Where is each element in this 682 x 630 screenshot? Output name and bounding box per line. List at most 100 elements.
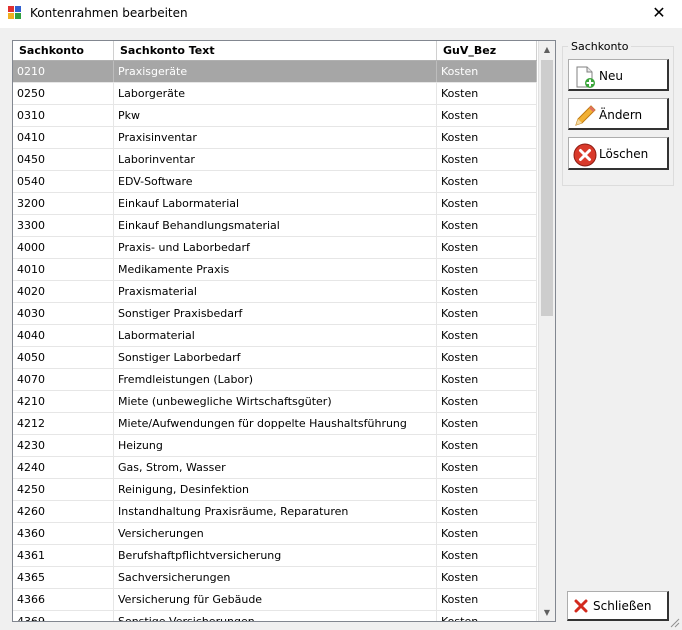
neu-button[interactable]: Neu (568, 59, 669, 91)
table-row[interactable]: 3200 Einkauf Labormaterial Kosten (13, 193, 537, 215)
app-icon (8, 6, 21, 19)
table-row[interactable]: 4070 Fremdleistungen (Labor) Kosten (13, 369, 537, 391)
cell-sachkonto-text: Sonstiger Praxisbedarf (114, 303, 437, 324)
cell-sachkonto: 4250 (13, 479, 114, 500)
scroll-up-arrow-icon[interactable]: ▲ (539, 41, 555, 58)
cell-guv-bez: Kosten (437, 501, 537, 522)
cell-sachkonto-text: Instandhaltung Praxisräume, Reparaturen (114, 501, 437, 522)
table-row[interactable]: 0250 Laborgeräte Kosten (13, 83, 537, 105)
loeschen-button[interactable]: Löschen (568, 137, 669, 170)
table-row[interactable]: 4212 Miete/Aufwendungen für doppelte Haus… (13, 413, 537, 435)
cell-guv-bez: Kosten (437, 193, 537, 214)
schliessen-button-label: Schließen (593, 599, 652, 613)
column-header-guv-bez[interactable]: GuV_Bez (437, 41, 537, 60)
cell-sachkonto-text: Miete (unbewegliche Wirtschaftsgüter) (114, 391, 437, 412)
window-close-button[interactable]: ✕ (636, 0, 682, 28)
cell-sachkonto-text: Fremdleistungen (Labor) (114, 369, 437, 390)
cell-sachkonto: 4050 (13, 347, 114, 368)
cell-sachkonto: 4210 (13, 391, 114, 412)
cell-sachkonto-text: Praxis- und Laborbedarf (114, 237, 437, 258)
pencil-icon (575, 105, 596, 126)
cell-sachkonto: 4360 (13, 523, 114, 544)
cell-guv-bez: Kosten (437, 215, 537, 236)
cell-sachkonto-text: Miete/Aufwendungen für doppelte Haushalt… (114, 413, 437, 434)
resize-grip-icon[interactable] (668, 616, 680, 628)
table-row[interactable]: 4040 Labormaterial Kosten (13, 325, 537, 347)
cell-sachkonto-text: Reinigung, Desinfektion (114, 479, 437, 500)
table-row[interactable]: 0310 Pkw Kosten (13, 105, 537, 127)
cell-sachkonto: 4361 (13, 545, 114, 566)
cell-guv-bez: Kosten (437, 259, 537, 280)
column-header-sachkonto[interactable]: Sachkonto (13, 41, 114, 60)
cell-guv-bez: Kosten (437, 567, 537, 588)
cell-guv-bez: Kosten (437, 171, 537, 192)
vertical-scrollbar[interactable]: ▲ ▼ (538, 41, 555, 621)
cell-sachkonto: 0210 (13, 61, 114, 82)
schliessen-button[interactable]: Schließen (567, 591, 669, 621)
cell-sachkonto-text: Pkw (114, 105, 437, 126)
cell-guv-bez: Kosten (437, 61, 537, 82)
cell-sachkonto-text: Sachversicherungen (114, 567, 437, 588)
table-row[interactable]: 4210 Miete (unbewegliche Wirtschaftsgüter… (13, 391, 537, 413)
table-row[interactable]: 4366 Versicherung für Gebäude Kosten (13, 589, 537, 611)
cell-sachkonto-text: Heizung (114, 435, 437, 456)
table-row[interactable]: 4240 Gas, Strom, Wasser Kosten (13, 457, 537, 479)
table-row[interactable]: 0540 EDV-Software Kosten (13, 171, 537, 193)
cell-sachkonto: 0410 (13, 127, 114, 148)
cell-sachkonto-text: Versicherung für Gebäude (114, 589, 437, 610)
cell-guv-bez: Kosten (437, 611, 537, 621)
aendern-button[interactable]: Ändern (568, 98, 669, 130)
cell-guv-bez: Kosten (437, 479, 537, 500)
table-row[interactable]: 3300 Einkauf Behandlungsmaterial Kosten (13, 215, 537, 237)
column-header-sachkonto-text[interactable]: Sachkonto Text (114, 41, 437, 60)
cell-guv-bez: Kosten (437, 545, 537, 566)
table-row[interactable]: 0450 Laborinventar Kosten (13, 149, 537, 171)
cell-sachkonto: 4070 (13, 369, 114, 390)
cell-sachkonto-text: Gas, Strom, Wasser (114, 457, 437, 478)
grid-rows: 0210 Praxisgeräte Kosten 0250 Laborgeräte Kos… (13, 61, 537, 621)
cell-sachkonto-text: Einkauf Behandlungsmaterial (114, 215, 437, 236)
title-bar: Kontenrahmen bearbeiten ✕ (0, 0, 682, 28)
table-row[interactable]: 0210 Praxisgeräte Kosten (13, 61, 537, 83)
table-row[interactable]: 0410 Praxisinventar Kosten (13, 127, 537, 149)
cell-guv-bez: Kosten (437, 457, 537, 478)
sachkonto-grid[interactable]: Sachkonto Sachkonto Text GuV_Bez 0210 Pra… (12, 40, 556, 622)
loeschen-button-label: Löschen (599, 147, 649, 161)
table-row[interactable]: 4260 Instandhaltung Praxisräume, Reparatu… (13, 501, 537, 523)
cell-guv-bez: Kosten (437, 369, 537, 390)
cell-guv-bez: Kosten (437, 347, 537, 368)
table-row[interactable]: 4369 Sonstige Versicherungen Kosten (13, 611, 537, 621)
cell-guv-bez: Kosten (437, 391, 537, 412)
cell-sachkonto-text: Laborinventar (114, 149, 437, 170)
scroll-down-arrow-icon[interactable]: ▼ (539, 604, 555, 621)
scrollbar-thumb[interactable] (541, 60, 553, 316)
table-row[interactable]: 4250 Reinigung, Desinfektion Kosten (13, 479, 537, 501)
table-row[interactable]: 4020 Praxismaterial Kosten (13, 281, 537, 303)
table-row[interactable]: 4360 Versicherungen Kosten (13, 523, 537, 545)
cell-sachkonto: 4366 (13, 589, 114, 610)
cell-guv-bez: Kosten (437, 105, 537, 126)
cell-guv-bez: Kosten (437, 589, 537, 610)
cell-sachkonto-text: Versicherungen (114, 523, 437, 544)
new-document-icon (576, 66, 595, 88)
cell-guv-bez: Kosten (437, 83, 537, 104)
cell-guv-bez: Kosten (437, 325, 537, 346)
table-row[interactable]: 4030 Sonstiger Praxisbedarf Kosten (13, 303, 537, 325)
table-row[interactable]: 4050 Sonstiger Laborbedarf Kosten (13, 347, 537, 369)
table-row[interactable]: 4361 Berufshaftpflichtversicherung Kosten (13, 545, 537, 567)
table-row[interactable]: 4000 Praxis- und Laborbedarf Kosten (13, 237, 537, 259)
cell-guv-bez: Kosten (437, 303, 537, 324)
cell-sachkonto: 4369 (13, 611, 114, 621)
grid-header: Sachkonto Sachkonto Text GuV_Bez (13, 41, 537, 61)
cell-sachkonto: 4365 (13, 567, 114, 588)
table-row[interactable]: 4365 Sachversicherungen Kosten (13, 567, 537, 589)
cell-guv-bez: Kosten (437, 149, 537, 170)
table-row[interactable]: 4230 Heizung Kosten (13, 435, 537, 457)
table-row[interactable]: 4010 Medikamente Praxis Kosten (13, 259, 537, 281)
cell-sachkonto: 0450 (13, 149, 114, 170)
cell-sachkonto: 4010 (13, 259, 114, 280)
cell-guv-bez: Kosten (437, 281, 537, 302)
cell-sachkonto-text: Praxisinventar (114, 127, 437, 148)
cell-sachkonto-text: EDV-Software (114, 171, 437, 192)
cell-sachkonto: 4260 (13, 501, 114, 522)
